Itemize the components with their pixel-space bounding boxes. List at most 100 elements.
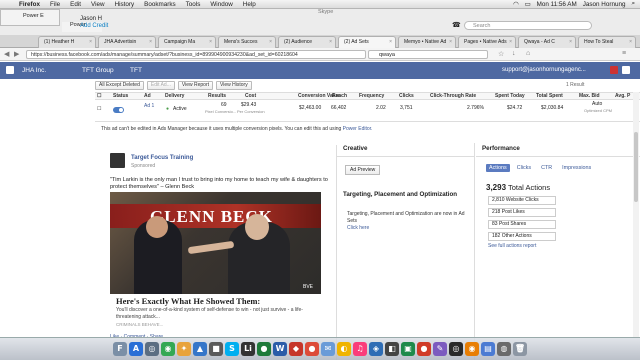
scrollbar-thumb[interactable] [634, 132, 638, 202]
dock-app-icon[interactable]: ✦ [177, 342, 191, 356]
user-menu[interactable]: Jason Hornung [583, 1, 626, 8]
dock-app-icon[interactable]: ● [305, 342, 319, 356]
spotlight-icon[interactable]: ⌕ [631, 0, 635, 8]
tab-ctr[interactable]: CTR [538, 164, 555, 172]
dock-app-icon[interactable]: W [273, 342, 287, 356]
col-reach[interactable]: Reach [332, 93, 347, 100]
dock-app-icon[interactable]: Li [241, 342, 255, 356]
col-ctr[interactable]: Click-Through Rate [430, 93, 476, 100]
col-total-spent[interactable]: Total Spent [536, 93, 563, 100]
page-avatar[interactable] [110, 153, 125, 168]
dock-app-icon[interactable]: ✉ [321, 342, 335, 356]
tab-impressions[interactable]: Impressions [559, 164, 594, 172]
menu-tools[interactable]: Tools [181, 0, 206, 9]
dock-app-icon[interactable]: ♫ [353, 342, 367, 356]
tab-3[interactable]: Mens's Succes × [218, 36, 276, 48]
menu-app[interactable]: Firefox [14, 0, 45, 9]
metric-website-clicks[interactable]: 2,810 Website Clicks [488, 196, 556, 205]
tab-9[interactable]: How To Steal × [578, 36, 636, 48]
metric-other-actions[interactable]: 182 Other Actions [488, 232, 556, 241]
status-toggle[interactable] [113, 107, 124, 113]
battery-icon[interactable]: ▭ [525, 1, 531, 8]
dock-app-icon[interactable]: ◧ [385, 342, 399, 356]
skype-user[interactable]: Jason H Add Credit [80, 16, 108, 30]
dock-app-icon[interactable]: ◉ [465, 342, 479, 356]
back-icon[interactable]: ◀ [4, 50, 9, 58]
col-avg-p[interactable]: Avg. P [615, 93, 630, 100]
dock-app-icon[interactable]: ▣ [401, 342, 415, 356]
skype-search-input[interactable]: Search [464, 21, 592, 30]
full-actions-report-link[interactable]: See full actions report [488, 243, 536, 249]
clock[interactable]: Mon 11:56 AM [537, 1, 577, 8]
tab-6[interactable]: Memyo • Native Ad × [398, 36, 456, 48]
menu-view[interactable]: View [86, 0, 110, 9]
view-history-button[interactable]: View History [216, 81, 252, 90]
col-ad[interactable]: Ad [144, 93, 151, 100]
tab-7[interactable]: Pages • Native Ads × [458, 36, 516, 48]
dock-app-icon[interactable]: A [129, 342, 143, 356]
col-clicks[interactable]: Clicks [399, 93, 414, 100]
col-max-bid[interactable]: Max. Bid [579, 93, 600, 100]
wifi-icon[interactable]: ◠ [513, 1, 519, 8]
power-editor-link[interactable]: Power Editor. [343, 126, 373, 132]
dock-app-icon[interactable]: ✎ [433, 342, 447, 356]
fb-logo-icon[interactable] [6, 66, 14, 74]
row-checkbox[interactable]: ☐ [97, 106, 101, 113]
menu-edit[interactable]: Edit [65, 0, 86, 9]
bookmark-star-icon[interactable]: ☆ [498, 50, 504, 58]
dock-app-icon[interactable]: ● [417, 342, 431, 356]
tab-clicks[interactable]: Clicks [514, 164, 534, 172]
dock-app-icon[interactable]: ◉ [161, 342, 175, 356]
account-group[interactable]: TFT Group [82, 67, 114, 74]
targeting-click-here-link[interactable]: Click here [347, 225, 369, 231]
col-frequency[interactable]: Frequency [359, 93, 384, 100]
ad-image[interactable]: GLENN BECK BVE [110, 192, 321, 294]
tab-0[interactable]: (1) Heather H × [38, 36, 96, 48]
dock-app-icon[interactable]: ◍ [497, 342, 511, 356]
notifications-icon[interactable] [610, 66, 618, 74]
col-results[interactable]: Results [208, 93, 226, 100]
business-name[interactable]: JHA Inc. [22, 67, 46, 74]
dock-app-icon[interactable]: ▲ [193, 342, 207, 356]
forward-icon[interactable]: ▶ [14, 50, 19, 58]
dock-app-icon[interactable]: ■ [209, 342, 223, 356]
dock-app-icon[interactable]: F [113, 342, 127, 356]
col-cost[interactable]: Cost [245, 93, 256, 100]
tab-1[interactable]: JHA Advertisin × [98, 36, 156, 48]
menu-history[interactable]: History [110, 0, 140, 9]
download-icon[interactable]: ↓ [512, 50, 516, 57]
dock-app-icon[interactable]: ▤ [481, 342, 495, 356]
home-icon[interactable]: ⌂ [526, 50, 530, 57]
ad-name[interactable]: Ad 1 [144, 103, 154, 110]
page-name[interactable]: Target Focus Training [131, 155, 193, 161]
ad-preview-button[interactable]: Ad Preview [345, 165, 381, 175]
edit-ad-button[interactable]: Edit Ad... [146, 81, 175, 90]
user-email[interactable]: support@jasonhornungagenc... [502, 67, 586, 73]
table-row[interactable]: ☐ Ad 1 ● Active 69 Pixel Conversio... $2… [95, 100, 640, 122]
firefox-window-thumb[interactable]: Power E [0, 9, 60, 26]
dock-app-icon[interactable]: ● [257, 342, 271, 356]
filter-dropdown[interactable]: All Except Deleted [95, 81, 144, 90]
col-delivery[interactable]: Delivery [165, 93, 184, 100]
tab-2[interactable]: Campaign Ma × [158, 36, 216, 48]
tab-5-active[interactable]: (2) Ad Sets × [338, 36, 396, 48]
ad-headline[interactable]: Here's Exactly What He Showed Them: [116, 296, 260, 306]
page-scrollbar[interactable] [633, 92, 639, 337]
settings-icon[interactable] [622, 66, 630, 74]
view-report-button[interactable]: View Report [177, 81, 214, 90]
tab-4[interactable]: (2) Audience × [278, 36, 336, 48]
dock-app-icon[interactable]: ◈ [369, 342, 383, 356]
menu-help[interactable]: Help [238, 0, 261, 9]
dock-app-icon[interactable]: S [225, 342, 239, 356]
col-spent-today[interactable]: Spent Today [495, 93, 525, 100]
menu-bookmarks[interactable]: Bookmarks [139, 0, 181, 9]
col-status[interactable]: Status [113, 93, 128, 100]
browser-search-input[interactable]: qwaya [368, 50, 488, 59]
dock-app-icon[interactable]: ◎ [449, 342, 463, 356]
dock-app-icon[interactable]: 🗑 [513, 342, 527, 356]
menu-file[interactable]: File [45, 0, 65, 9]
dock-app-icon[interactable]: ◆ [289, 342, 303, 356]
dock-app-icon[interactable]: ◎ [145, 342, 159, 356]
select-all-checkbox[interactable]: ☐ [97, 93, 101, 100]
dock-app-icon[interactable]: ◐ [337, 342, 351, 356]
